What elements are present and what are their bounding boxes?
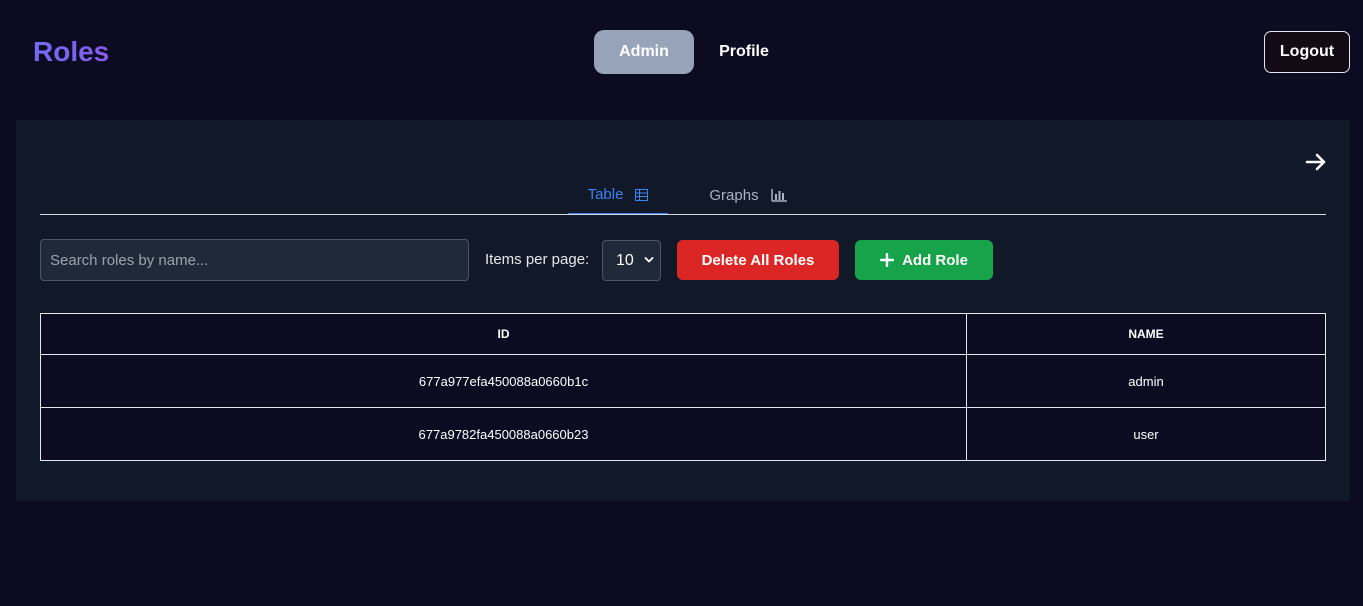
tab-graphs-label: Graphs <box>709 186 759 204</box>
nav-profile[interactable]: Profile <box>708 30 780 74</box>
tabs-divider <box>40 214 1326 215</box>
table-row[interactable]: 677a9782fa450088a0660b23 user <box>40 407 1326 461</box>
roles-table: ID NAME 677a977efa450088a0660b1c admin 6… <box>40 313 1326 461</box>
tab-graphs[interactable]: Graphs <box>688 176 808 214</box>
table-header-row: ID NAME <box>40 313 1326 355</box>
table-row[interactable]: 677a977efa450088a0660b1c admin <box>40 354 1326 408</box>
arrow-right-icon[interactable] <box>1304 150 1328 174</box>
items-per-page-select[interactable]: 10 <box>602 240 661 281</box>
role-id-cell: 677a977efa450088a0660b1c <box>40 354 967 408</box>
column-header-name[interactable]: NAME <box>966 313 1326 355</box>
plus-icon <box>880 253 895 267</box>
logout-button[interactable]: Logout <box>1264 31 1350 73</box>
items-per-page-label: Items per page: <box>485 251 590 268</box>
nav-admin[interactable]: Admin <box>594 30 694 74</box>
delete-all-roles-button[interactable]: Delete All Roles <box>677 240 839 280</box>
role-name-cell: admin <box>966 354 1326 408</box>
tab-table-label: Table <box>587 186 624 203</box>
role-name-cell: user <box>966 407 1326 461</box>
tab-table[interactable]: Table <box>568 176 668 215</box>
table-icon <box>635 188 649 201</box>
search-input[interactable] <box>40 239 469 281</box>
column-header-id[interactable]: ID <box>40 313 967 355</box>
bar-chart-icon <box>770 188 787 202</box>
add-role-button[interactable]: Add Role <box>855 240 993 280</box>
brand-title: Roles <box>33 36 110 67</box>
items-per-page-value: 10 <box>616 251 634 269</box>
chevron-down-icon <box>644 257 654 263</box>
role-id-cell: 677a9782fa450088a0660b23 <box>40 407 967 461</box>
roles-panel: Table Graphs Items per page: 10 Delete A… <box>16 120 1350 501</box>
add-role-label: Add Role <box>902 251 968 269</box>
top-navbar: Roles Admin Profile Logout <box>0 0 1363 104</box>
